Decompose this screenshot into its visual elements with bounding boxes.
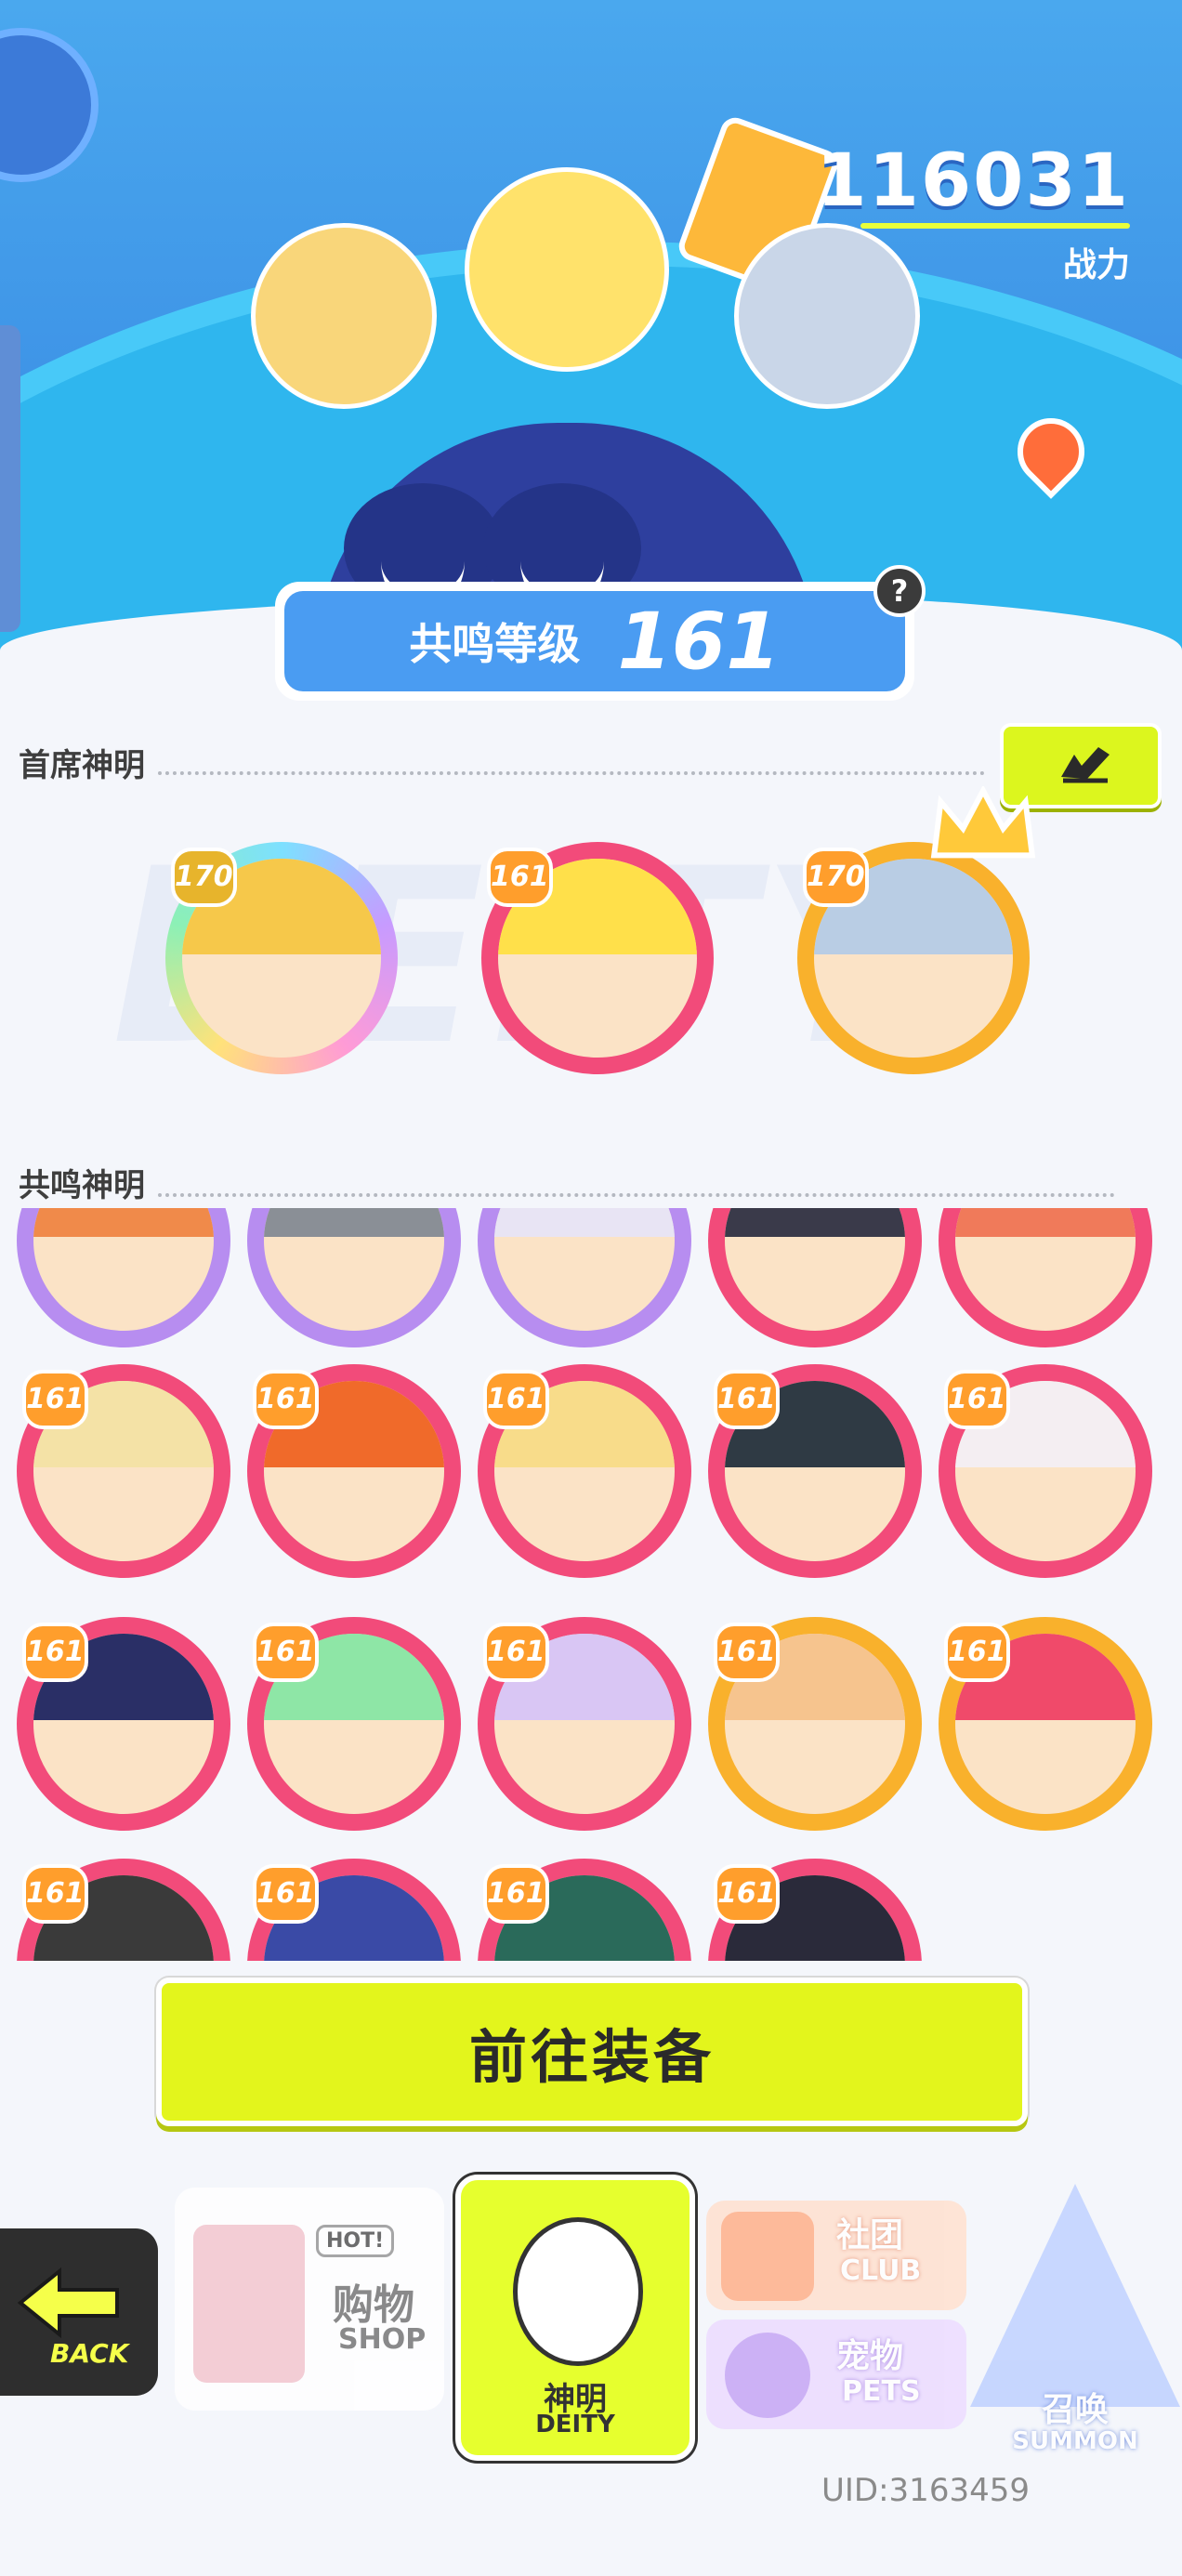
level-badge: 170 bbox=[171, 848, 237, 907]
deity-portrait bbox=[725, 1208, 905, 1331]
resonance-deity-avatar[interactable]: 161 bbox=[708, 1859, 922, 1961]
nav-pets-label: 宠物 bbox=[836, 2337, 904, 2375]
level-badge: 161 bbox=[714, 1370, 780, 1429]
combat-power-underline bbox=[860, 223, 1130, 229]
level-badge: 161 bbox=[483, 1623, 549, 1682]
planet-icon bbox=[0, 28, 98, 182]
nav-club[interactable]: 社团 CLUB bbox=[706, 2201, 966, 2310]
nav-pets[interactable]: 宠物 PETS bbox=[706, 2320, 966, 2429]
level-badge: 161 bbox=[483, 1370, 549, 1429]
resonance-deity-avatar[interactable]: 161 bbox=[247, 1364, 461, 1578]
nav-shop-sublabel: SHOP bbox=[338, 2323, 427, 2356]
deity-portrait bbox=[955, 1208, 1136, 1331]
level-badge: 161 bbox=[487, 848, 553, 907]
deity-hair bbox=[33, 1208, 214, 1238]
combat-power-value: 116031 bbox=[816, 139, 1130, 223]
pet-icon bbox=[725, 2333, 810, 2418]
header-banner: 116031 战力 共鸣等级 161 ? bbox=[0, 0, 1182, 706]
resonance-level-label: 共鸣等级 bbox=[409, 619, 581, 669]
level-badge: 161 bbox=[714, 1623, 780, 1682]
level-badge: 161 bbox=[22, 1864, 88, 1924]
deity-portrait bbox=[494, 1208, 675, 1331]
nav-club-label: 社团 bbox=[836, 2216, 904, 2254]
level-badge: 161 bbox=[253, 1623, 319, 1682]
level-badge: 161 bbox=[22, 1623, 88, 1682]
club-bag-icon bbox=[721, 2212, 814, 2301]
level-badge: 161 bbox=[483, 1864, 549, 1924]
resonance-deity-avatar[interactable] bbox=[939, 1208, 1152, 1347]
go-equip-button[interactable]: 前往装备 bbox=[156, 1978, 1028, 2126]
help-icon[interactable]: ? bbox=[873, 565, 926, 617]
resonance-deity-avatar[interactable]: 161 bbox=[247, 1617, 461, 1831]
back-arrow-icon bbox=[17, 2267, 119, 2339]
go-equip-label: 前往装备 bbox=[468, 2023, 715, 2091]
deity-hair bbox=[264, 1208, 444, 1238]
resonance-deity-avatar[interactable]: 161 bbox=[247, 1859, 461, 1961]
chibi-character-center bbox=[465, 167, 669, 372]
chibi-character-left bbox=[251, 223, 437, 409]
level-badge: 161 bbox=[253, 1864, 319, 1924]
deity-portrait bbox=[264, 1208, 444, 1331]
resonance-deity-avatar[interactable]: 161 bbox=[17, 1859, 230, 1961]
nav-deity[interactable]: 神明 DEITY bbox=[455, 2175, 695, 2461]
chief-deity-avatar[interactable]: 161 bbox=[481, 842, 714, 1074]
level-badge: 161 bbox=[253, 1370, 319, 1429]
chief-deity-avatar[interactable]: 170 bbox=[165, 842, 398, 1074]
deity-hair bbox=[494, 1208, 675, 1238]
deity-portrait bbox=[33, 1208, 214, 1331]
user-id: UID:3163459 bbox=[821, 2472, 1030, 2509]
nav-summon-sublabel: SUMMON bbox=[1012, 2427, 1138, 2455]
resonance-deity-avatar[interactable]: 161 bbox=[478, 1364, 691, 1578]
bottom-navigation: BACK HOT! 购物 SHOP 神明 DEITY 社团 CLUB 宠物 PE… bbox=[0, 2156, 1182, 2576]
resonance-deity-avatar[interactable] bbox=[708, 1208, 922, 1347]
resonance-deity-grid: 161 161 161 161 161 161 161 161 161 161 161 161 161 1… bbox=[0, 1208, 1182, 1961]
nav-summon[interactable]: 召唤 SUMMON bbox=[970, 2184, 1180, 2455]
resonance-deity-avatar[interactable]: 161 bbox=[478, 1617, 691, 1831]
level-badge: 170 bbox=[803, 848, 869, 907]
level-badge: 161 bbox=[944, 1623, 1010, 1682]
crown-icon bbox=[930, 786, 1036, 859]
resonance-deity-title: 共鸣神明 bbox=[19, 1167, 145, 1204]
chief-deity-avatar[interactable]: 170 bbox=[797, 786, 1036, 1074]
resonance-deity-avatar[interactable]: 161 bbox=[708, 1364, 922, 1578]
nav-pets-sublabel: PETS bbox=[842, 2375, 921, 2408]
pencil-icon bbox=[1061, 747, 1110, 783]
deity-mascot-icon bbox=[513, 2217, 643, 2366]
back-button[interactable]: BACK bbox=[0, 2228, 158, 2396]
combat-power: 116031 战力 bbox=[816, 139, 1130, 286]
resonance-deity-avatar[interactable] bbox=[17, 1208, 230, 1347]
combat-power-label: 战力 bbox=[1062, 246, 1130, 284]
nav-deity-sublabel: DEITY bbox=[535, 2411, 615, 2438]
back-label: BACK bbox=[50, 2338, 129, 2369]
nav-shop[interactable]: HOT! 购物 SHOP bbox=[175, 2188, 444, 2411]
resonance-deity-avatar[interactable]: 161 bbox=[939, 1617, 1152, 1831]
summon-star-icon bbox=[970, 2184, 1180, 2407]
resonance-deity-avatar[interactable]: 161 bbox=[478, 1859, 691, 1961]
resonance-deity-avatar[interactable]: 161 bbox=[708, 1617, 922, 1831]
resonance-level-value: 161 bbox=[617, 596, 781, 687]
section-divider bbox=[158, 1193, 1115, 1197]
nav-club-sublabel: CLUB bbox=[840, 2254, 922, 2287]
resonance-deity-avatar[interactable]: 161 bbox=[939, 1364, 1152, 1578]
resonance-deity-avatar[interactable] bbox=[247, 1208, 461, 1347]
deity-hair bbox=[955, 1208, 1136, 1238]
level-badge: 161 bbox=[22, 1370, 88, 1429]
nav-shop-label: 购物 bbox=[333, 2281, 414, 2329]
resonance-deity-avatar[interactable]: 161 bbox=[17, 1364, 230, 1578]
resonance-level-panel: 共鸣等级 161 bbox=[275, 582, 914, 701]
resonance-deity-avatar[interactable]: 161 bbox=[17, 1617, 230, 1831]
side-drawer-handle[interactable] bbox=[0, 325, 20, 632]
section-divider bbox=[158, 771, 985, 775]
vending-machine-icon bbox=[193, 2225, 305, 2383]
resonance-deity-avatar[interactable] bbox=[478, 1208, 691, 1347]
level-badge: 161 bbox=[714, 1864, 780, 1924]
hot-badge: HOT! bbox=[316, 2225, 395, 2257]
nav-summon-label: 召唤 bbox=[1041, 2391, 1109, 2429]
deity-hair bbox=[725, 1208, 905, 1238]
level-badge: 161 bbox=[944, 1370, 1010, 1429]
chief-deity-title: 首席神明 bbox=[19, 747, 145, 784]
